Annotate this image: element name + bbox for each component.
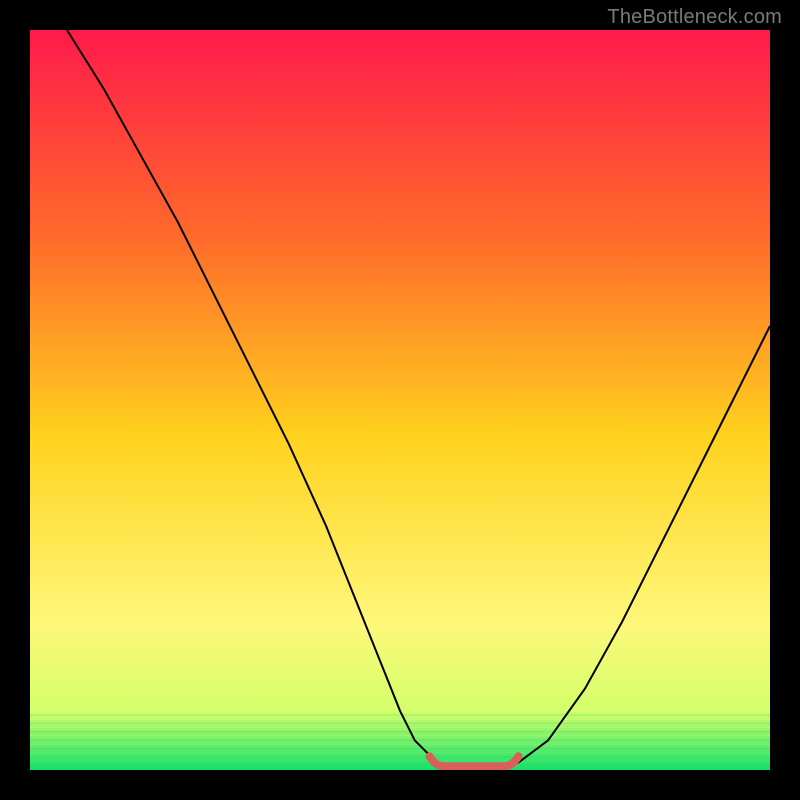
chart-plot-area [30, 30, 770, 770]
chart-background [30, 30, 770, 770]
chart-svg [30, 30, 770, 770]
chart-frame: TheBottleneck.com [0, 0, 800, 800]
watermark-text: TheBottleneck.com [607, 6, 782, 29]
